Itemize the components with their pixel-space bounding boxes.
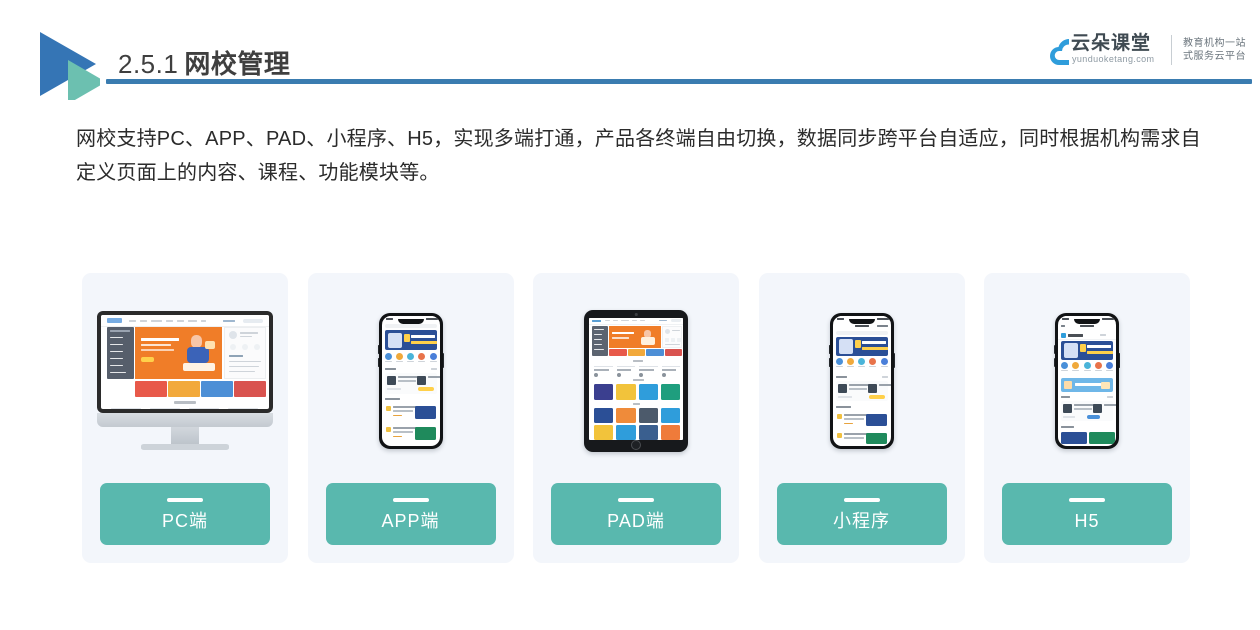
- page-title-number: 2.5.1: [118, 49, 179, 79]
- smartphone-icon: [377, 312, 444, 449]
- label-tick: [167, 497, 203, 502]
- platform-label-text: APP端: [381, 510, 440, 531]
- smartphone-icon: [828, 312, 895, 449]
- page-title: 2.5.1 网校管理: [118, 44, 290, 81]
- body-paragraph: 网校支持PC、APP、PAD、小程序、H5，实现多端打通，产品各终端自由切换，数…: [76, 128, 1201, 184]
- page-header: 2.5.1 网校管理 云朵课堂 yunduoketang.com 教育机构一站 式…: [0, 0, 1260, 110]
- monitor-stand-foot: [141, 443, 229, 450]
- page-title-name: 网校管理: [184, 49, 291, 79]
- platform-label-h5: H5: [1002, 483, 1172, 545]
- desktop-monitor-icon: [97, 310, 273, 451]
- monitor-stand-neck: [171, 426, 199, 445]
- platform-label-text: 小程序: [833, 510, 890, 531]
- platform-card-h5[interactable]: H5: [984, 273, 1190, 563]
- brand-divider: [1171, 35, 1172, 65]
- platform-label-text: PAD端: [607, 510, 665, 531]
- device-illustration-phone-app: [308, 273, 514, 488]
- brand-tagline-line2: 式服务云平台: [1183, 51, 1246, 62]
- brand-cloud-wordmark: 云朵课堂 yunduoketang.com: [1039, 29, 1167, 71]
- platform-card-pc[interactable]: PC端: [82, 273, 288, 563]
- tablet-icon: [584, 309, 688, 452]
- tablet-home-button: [631, 439, 641, 450]
- platform-card-miniapp[interactable]: 小程序: [758, 273, 965, 563]
- device-illustration-phone-h5: [984, 273, 1190, 488]
- monitor-chin: [97, 412, 273, 427]
- play-triangle-logo-icon: [18, 24, 100, 100]
- device-illustration-phone-miniapp: [759, 273, 965, 488]
- device-illustration-tablet: [533, 273, 739, 488]
- platform-label-miniapp: 小程序: [776, 483, 947, 545]
- label-tick: [1069, 497, 1105, 502]
- brand-url: yunduoketang.com: [1072, 54, 1155, 64]
- label-tick: [843, 497, 880, 502]
- brand-logo: 云朵课堂 yunduoketang.com 教育机构一站 式服务云平台: [1039, 28, 1246, 72]
- platform-label-pad: PAD端: [551, 483, 721, 545]
- brand-tagline-line1: 教育机构一站: [1183, 38, 1246, 49]
- platform-label-app: APP端: [325, 483, 496, 545]
- brand-tagline: 教育机构一站 式服务云平台: [1183, 37, 1246, 63]
- device-illustration-desktop: [82, 273, 288, 488]
- platform-label-pc: PC端: [100, 483, 270, 545]
- label-tick: [618, 497, 654, 502]
- platform-card-app[interactable]: APP端: [307, 273, 514, 563]
- label-tick: [392, 497, 429, 502]
- brand-name-cn: 云朵课堂: [1071, 33, 1152, 54]
- platform-label-text: H5: [1074, 510, 1100, 531]
- platform-card-pad[interactable]: PAD端: [533, 273, 739, 563]
- title-underline-rule: [106, 79, 1252, 84]
- platform-card-row: PC端 APP端 PAD端 小程序 H5: [82, 273, 1190, 563]
- smartphone-icon: [1054, 312, 1120, 449]
- platform-label-text: PC端: [161, 510, 208, 531]
